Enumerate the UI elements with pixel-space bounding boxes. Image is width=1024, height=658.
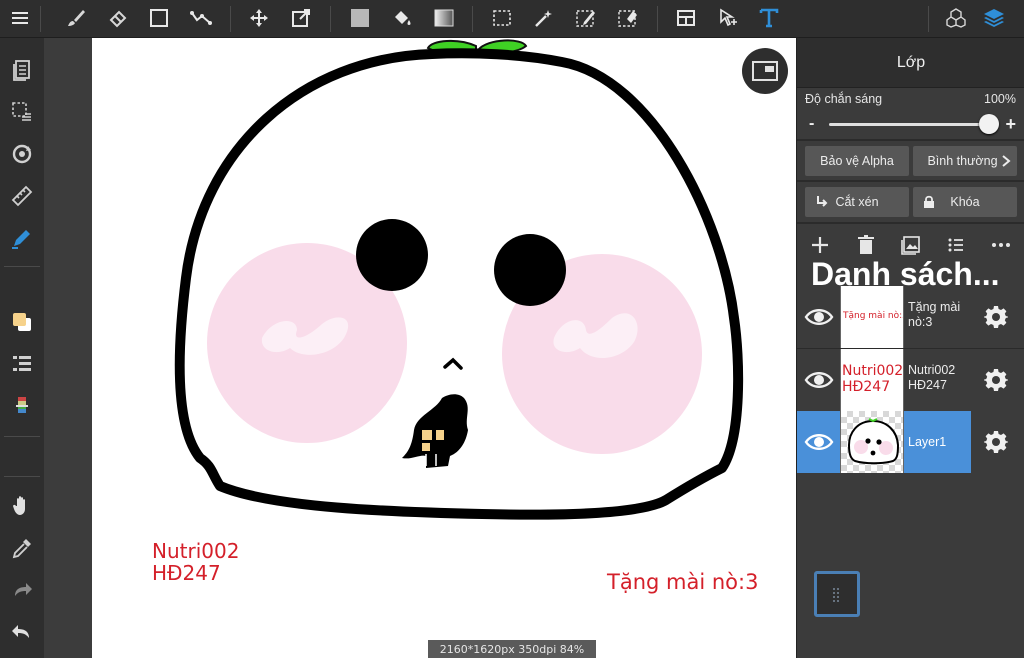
canvas-text-left: Nutri002 HĐ247	[152, 540, 239, 584]
canvas-gutter	[44, 38, 92, 658]
layer-thumbnail: Nutri002 HĐ247	[840, 349, 904, 411]
layer-thumbnail-text: Tặng mài nò:3	[843, 311, 904, 321]
layer-thumbnail-text: Nutri002 HĐ247	[842, 363, 903, 395]
layers-icon[interactable]	[976, 0, 1012, 36]
dots-grid-icon	[833, 588, 839, 602]
brush-icon[interactable]	[58, 0, 94, 36]
lock-button[interactable]: Khóa	[913, 187, 1017, 217]
blend-mode-button[interactable]: Bình thường	[913, 146, 1017, 176]
navigator-icon	[752, 61, 778, 81]
text-icon[interactable]	[751, 0, 787, 36]
delete-layer-icon[interactable]	[855, 234, 877, 256]
opacity-slider-track[interactable]	[829, 123, 989, 126]
lock-label: Khóa	[950, 195, 980, 209]
chevron-right-icon	[1001, 155, 1011, 167]
ruler-icon[interactable]	[0, 178, 44, 214]
select-pointer-icon[interactable]	[710, 0, 746, 36]
bucket-icon[interactable]	[384, 0, 420, 36]
color-slider-icon[interactable]	[0, 388, 44, 424]
pages-icon[interactable]	[0, 52, 44, 88]
opacity-increase-button[interactable]: +	[1005, 114, 1016, 135]
alpha-protect-button[interactable]: Bảo vệ Alpha	[805, 146, 909, 176]
select-rect-icon[interactable]	[484, 0, 520, 36]
app-window: Nutri002 HĐ247 Tặng mài nò:3 2160*1620px…	[0, 0, 1024, 658]
opacity-value: 100%	[984, 92, 1016, 106]
menu-icon[interactable]	[2, 0, 38, 36]
layout-icon[interactable]	[668, 0, 704, 36]
eraser-icon[interactable]	[100, 0, 136, 36]
gradient-icon[interactable]	[426, 0, 462, 36]
opacity-slider-knob[interactable]	[979, 114, 999, 134]
layer-list-icon[interactable]	[0, 346, 44, 382]
layer-row-selected[interactable]: Layer1	[797, 411, 1024, 473]
visibility-eye-icon[interactable]	[801, 365, 837, 395]
layer-list-view-icon[interactable]	[945, 234, 967, 256]
canvas-text-left-line2: HĐ247	[152, 561, 221, 585]
clip-icon	[817, 196, 828, 207]
undo-icon[interactable]	[0, 614, 44, 650]
canvas-text-right: Tặng mài nò:3	[607, 570, 759, 594]
panel-title: Lớp	[797, 38, 1024, 88]
canvas-status: 2160*1620px 350dpi 84%	[428, 640, 596, 658]
gear-icon[interactable]	[983, 429, 1009, 455]
opacity-decrease-button[interactable]: -	[809, 115, 814, 133]
clip-button[interactable]: Cắt xén	[805, 187, 909, 217]
canvas-text-left-line1: Nutri002	[152, 539, 240, 563]
hand-icon[interactable]	[0, 488, 44, 524]
rotate-icon[interactable]	[0, 136, 44, 172]
layer-row[interactable]: Nutri002 HĐ247 Nutri002 HĐ247	[797, 349, 1024, 411]
blend-mode-label: Bình thường	[927, 154, 998, 168]
redo-icon[interactable]	[0, 572, 44, 608]
opacity-label: Độ chắn sáng	[805, 92, 883, 106]
alpha-protect-label: Bảo vệ Alpha	[820, 154, 894, 168]
layer-thumbnail	[840, 411, 904, 473]
import-image-icon[interactable]	[900, 234, 922, 256]
select-eraser-icon[interactable]	[610, 0, 646, 36]
select-pen-icon[interactable]	[568, 0, 604, 36]
layer-panel: Lớp Độ chắn sáng 100% - + Bảo vệ Alpha B…	[796, 38, 1024, 658]
color-swatch-icon[interactable]	[0, 304, 44, 340]
3d-icon[interactable]	[938, 0, 974, 36]
gear-icon[interactable]	[983, 304, 1009, 330]
drawing-canvas[interactable]: Nutri002 HĐ247 Tặng mài nò:3 2160*1620px…	[92, 38, 796, 658]
eyedropper-icon[interactable]	[0, 530, 44, 566]
visibility-eye-icon[interactable]	[801, 302, 837, 332]
move-icon[interactable]	[241, 0, 277, 36]
pen-tool-icon[interactable]	[0, 220, 44, 256]
clip-label: Cắt xén	[835, 195, 879, 209]
selection-list-icon[interactable]	[0, 94, 44, 130]
layer-name: Tặng mài nò:3	[908, 300, 961, 329]
top-toolbar	[0, 0, 1024, 38]
layer-thumbnail-text-line1: Nutri002	[842, 363, 904, 379]
layer-name: Layer1	[908, 435, 947, 449]
layer-thumbnail-text-line2: HĐ247	[842, 379, 891, 395]
layer-name: Nutri002 HĐ247	[908, 363, 956, 392]
more-options-icon[interactable]	[990, 234, 1012, 256]
layer-row[interactable]: Tặng mài nò:3 Tặng mài nò:3	[797, 286, 1024, 348]
transform-icon[interactable]	[283, 0, 319, 36]
layer-thumbnail: Tặng mài nò:3	[840, 286, 904, 348]
layer-thumbnail-art	[847, 418, 900, 465]
navigator-button[interactable]	[742, 48, 788, 94]
lock-icon	[924, 195, 934, 208]
add-layer-icon[interactable]	[809, 234, 831, 256]
gear-icon[interactable]	[983, 367, 1009, 393]
fill-color-icon[interactable]	[342, 0, 378, 36]
left-toolbar	[0, 38, 44, 658]
smudge-icon[interactable]	[183, 0, 219, 36]
layer-grid-toggle-button[interactable]	[814, 571, 860, 617]
rectangle-icon[interactable]	[141, 0, 177, 36]
visibility-eye-icon[interactable]	[801, 427, 837, 457]
magic-wand-icon[interactable]	[526, 0, 562, 36]
